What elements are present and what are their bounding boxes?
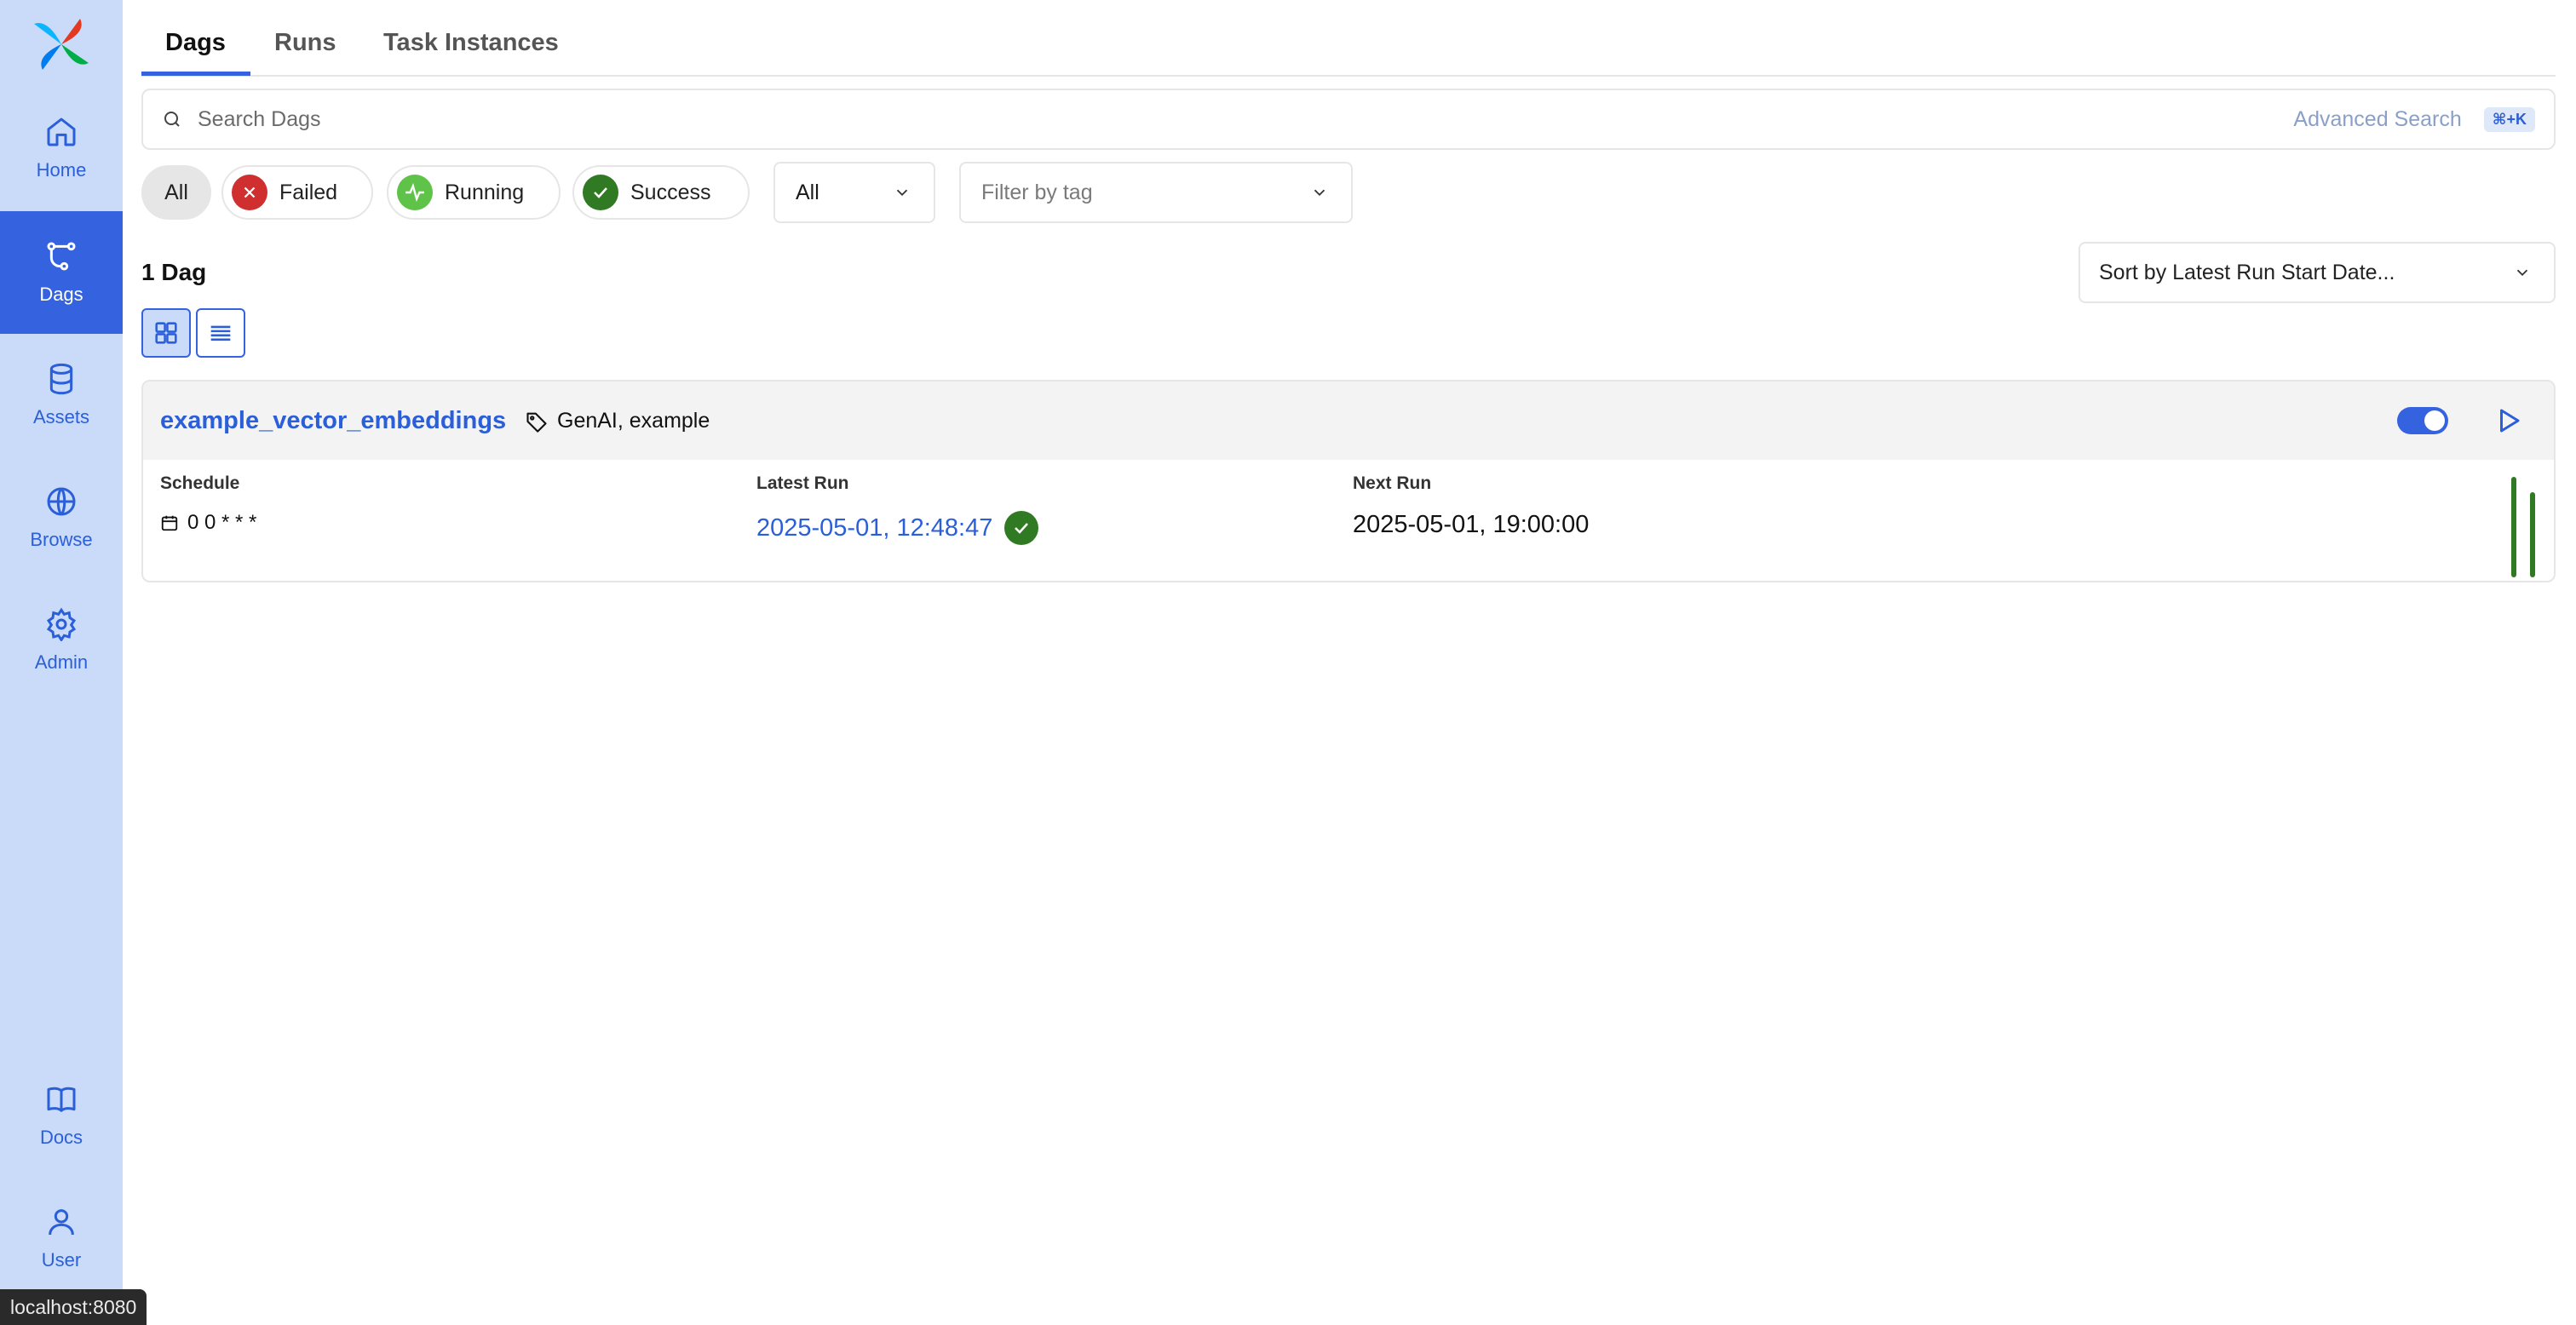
book-icon	[47, 1087, 76, 1112]
calendar-icon	[161, 515, 178, 531]
chevron-down-icon	[2516, 269, 2528, 277]
tag-filter-placeholder: Filter by tag	[981, 180, 1093, 204]
database-icon	[49, 363, 73, 395]
dag-card-header: example_vector_embeddings GenAI, example	[143, 381, 2554, 460]
paused-filter-value: All	[796, 180, 819, 204]
tab-task-instances[interactable]: Task Instances	[383, 29, 559, 57]
paused-filter-select[interactable]: All	[773, 162, 935, 223]
tab-bar: Dags Runs Task Instances	[141, 0, 2556, 77]
sidebar: Home Dags Assets Browse Admin Docs User	[0, 0, 123, 1325]
next-run-value: 2025-05-01, 19:00:00	[1353, 511, 1589, 539]
grid-icon	[155, 322, 177, 344]
sort-value: Sort by Latest Run Start Date...	[2099, 260, 2395, 284]
sort-select[interactable]: Sort by Latest Run Start Date...	[2079, 242, 2556, 303]
tag-icon	[526, 412, 547, 433]
nav-admin-label: Admin	[34, 651, 89, 673]
filter-success[interactable]: Success	[572, 165, 750, 220]
nav-admin[interactable]: Admin	[0, 579, 123, 702]
nav-assets[interactable]: Assets	[0, 334, 123, 456]
dag-icon	[47, 242, 76, 271]
search-input[interactable]	[198, 106, 2294, 132]
nav-browse[interactable]: Browse	[0, 456, 123, 579]
dag-card: example_vector_embeddings GenAI, example…	[141, 380, 2556, 582]
success-check-icon	[1004, 511, 1039, 545]
failed-x-icon	[232, 175, 267, 210]
tag-filter-select[interactable]: Filter by tag	[959, 162, 1353, 223]
chevron-down-icon	[896, 189, 908, 197]
nav-docs[interactable]: Docs	[0, 1054, 123, 1177]
nav-dags-label: Dags	[39, 284, 83, 305]
running-pulse-icon	[397, 175, 433, 210]
tab-dags[interactable]: Dags	[165, 29, 226, 57]
airflow-logo[interactable]	[31, 15, 92, 73]
home-icon	[47, 118, 76, 146]
dag-name-link[interactable]: example_vector_embeddings	[160, 407, 506, 435]
table-view-button[interactable]	[196, 308, 245, 358]
latest-run-value: 2025-05-01, 12:48:47	[756, 511, 1039, 545]
next-run-date: 2025-05-01, 19:00:00	[1353, 511, 1590, 538]
nav-home-label: Home	[36, 159, 87, 181]
latest-run-link[interactable]: 2025-05-01, 12:48:47	[756, 514, 992, 542]
schedule-cron: 0 0 * * *	[187, 511, 257, 534]
filter-all-label: All	[164, 180, 188, 204]
filter-success-label: Success	[630, 180, 711, 204]
list-icon	[210, 325, 231, 341]
nav-user-label: User	[41, 1249, 82, 1271]
dag-tags: GenAI, example	[525, 409, 710, 433]
globe-icon	[47, 487, 76, 516]
dag-pause-toggle[interactable]	[2397, 407, 2448, 434]
search-icon	[164, 112, 180, 127]
dag-tags-label: GenAI, example	[557, 409, 710, 433]
dag-count: 1 Dag	[141, 259, 207, 285]
filter-running[interactable]: Running	[387, 165, 561, 220]
filter-running-label: Running	[445, 180, 525, 204]
active-tab-indicator	[141, 72, 250, 76]
user-icon	[49, 1209, 74, 1236]
link-status-bar: localhost:8080	[0, 1289, 147, 1325]
recent-run-bar[interactable]	[2530, 492, 2535, 577]
nav-home[interactable]: Home	[0, 87, 123, 209]
filter-failed-label: Failed	[279, 180, 338, 204]
recent-run-bar[interactable]	[2511, 477, 2516, 577]
nav-assets-label: Assets	[32, 406, 90, 427]
advanced-search-link[interactable]: Advanced Search	[2293, 107, 2461, 132]
gear-icon	[46, 607, 77, 641]
tab-runs[interactable]: Runs	[274, 29, 336, 57]
schedule-value: 0 0 * * *	[160, 511, 256, 535]
filter-all[interactable]: All	[141, 165, 211, 220]
nav-dags[interactable]: Dags	[0, 211, 123, 334]
main-content: Dags Runs Task Instances Advanced Search…	[141, 0, 2556, 1325]
schedule-label: Schedule	[160, 473, 240, 493]
nav-docs-label: Docs	[39, 1127, 83, 1148]
success-check-icon	[583, 175, 618, 210]
shortcut-badge: ⌘+K	[2483, 106, 2535, 132]
filter-failed[interactable]: Failed	[221, 165, 373, 220]
nav-browse-label: Browse	[30, 529, 93, 550]
trigger-dag-icon[interactable]	[2493, 405, 2523, 436]
latest-run-label: Latest Run	[756, 473, 849, 493]
chevron-down-icon	[1314, 189, 1325, 197]
next-run-label: Next Run	[1353, 473, 1432, 493]
card-view-button[interactable]	[141, 308, 191, 358]
search-bar: Advanced Search ⌘+K	[141, 89, 2556, 150]
nav-user[interactable]: User	[0, 1177, 123, 1299]
